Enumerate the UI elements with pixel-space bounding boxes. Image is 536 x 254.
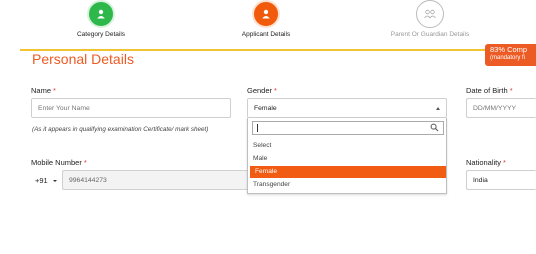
dropdown-option-select[interactable]: Select [248, 140, 446, 152]
step-category-details[interactable]: Category Details [41, 0, 161, 38]
completion-percent: 83% Comp [490, 45, 528, 54]
step-label: Category Details [76, 31, 126, 38]
name-label: Name * [31, 86, 56, 95]
step-active-circle [252, 0, 280, 28]
dropdown-option-female[interactable]: Female [250, 166, 446, 178]
family-icon [424, 9, 436, 19]
section-title: Personal Details [32, 51, 134, 64]
name-hint: (As it appears in qualifying examination… [32, 126, 209, 133]
name-input[interactable]: Enter Your Name [31, 98, 231, 118]
step-label: Applicant Details [241, 31, 291, 38]
mobile-input: 9964144273 [62, 170, 252, 190]
user-icon [97, 9, 105, 19]
dob-input[interactable]: DD/MM/YYYY [466, 98, 536, 118]
gender-label-text: Gender [247, 86, 273, 95]
chevron-down-icon [52, 179, 57, 182]
dropdown-option-male[interactable]: Male [248, 153, 446, 165]
country-code-value: +91 [35, 176, 48, 185]
required-marker: * [274, 86, 277, 95]
required-marker: * [53, 86, 56, 95]
progress-stepper: Category Details Applicant Details Paren… [0, 0, 536, 40]
completion-badge: 83% Comp (mandatory fi [485, 44, 536, 66]
required-marker: * [83, 158, 87, 167]
gender-dropdown: Select Male Female Transgender [247, 118, 447, 194]
search-icon [430, 123, 439, 132]
gender-label: Gender * [247, 86, 277, 95]
nationality-select[interactable]: India [466, 170, 536, 190]
step-complete-circle [87, 0, 115, 28]
user-icon [262, 9, 270, 19]
dropdown-search-input[interactable] [252, 121, 444, 135]
mobile-label-text: Mobile Number [31, 158, 82, 167]
gender-selected-value: Female [254, 104, 277, 112]
step-pending-circle [416, 0, 444, 28]
text-cursor [257, 124, 258, 132]
gender-select[interactable]: Female [247, 98, 447, 118]
dropdown-option-transgender[interactable]: Transgender [248, 179, 446, 191]
step-applicant-details[interactable]: Applicant Details [206, 0, 326, 38]
dob-label: Date of Birth * [466, 86, 513, 95]
country-code-select[interactable]: +91 [31, 170, 61, 191]
nationality-label-text: Nationality [466, 158, 502, 167]
mobile-label: Mobile Number * [31, 158, 87, 167]
completion-note: (mandatory fi [490, 55, 526, 61]
required-marker: * [503, 158, 506, 167]
nationality-label: Nationality * [466, 158, 506, 167]
required-marker: * [509, 86, 513, 95]
name-label-text: Name [31, 86, 52, 95]
dob-label-text: Date of Birth [466, 86, 508, 95]
caret-up-icon [436, 107, 440, 110]
step-parent-guardian-details[interactable]: Parent Or Guardian Details [370, 0, 490, 38]
step-label: Parent Or Guardian Details [390, 31, 470, 38]
